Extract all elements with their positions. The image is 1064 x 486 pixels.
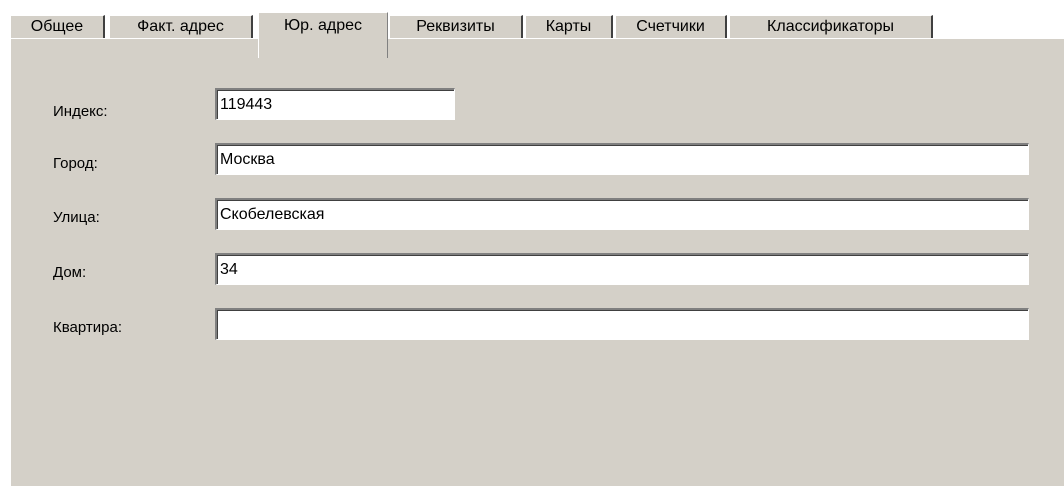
tab-classifiers[interactable]: Классификаторы (729, 15, 933, 39)
tab-general-label: Общее (30, 18, 84, 35)
tab-cards-label: Карты (545, 18, 592, 35)
street-label: Улица: (53, 209, 100, 226)
index-label: Индекс: (53, 103, 108, 120)
tab-legal-address-label: Юр. адрес (284, 17, 362, 34)
tab-actual-address-label: Факт. адрес (137, 18, 224, 35)
tab-legal-address[interactable]: Юр. адрес (258, 12, 388, 58)
tab-actual-address[interactable]: Факт. адрес (109, 15, 253, 39)
apartment-field[interactable] (215, 308, 1029, 340)
tab-classifiers-label: Классификаторы (767, 18, 894, 35)
index-field[interactable] (215, 88, 455, 120)
legal-address-panel: Индекс: Город: Улица: Дом: Квартира: (10, 38, 1064, 486)
city-label: Город: (53, 155, 98, 172)
house-label: Дом: (53, 264, 87, 281)
house-field[interactable] (215, 253, 1029, 285)
tab-cards[interactable]: Карты (525, 15, 613, 39)
city-field[interactable] (215, 143, 1029, 175)
tab-requisites[interactable]: Реквизиты (389, 15, 523, 39)
street-field[interactable] (215, 198, 1029, 230)
tab-counters[interactable]: Счетчики (615, 15, 727, 39)
tab-requisites-label: Реквизиты (416, 18, 495, 35)
apartment-label: Квартира: (53, 319, 122, 336)
tab-counters-label: Счетчики (636, 18, 705, 35)
tab-general[interactable]: Общее (10, 15, 105, 39)
